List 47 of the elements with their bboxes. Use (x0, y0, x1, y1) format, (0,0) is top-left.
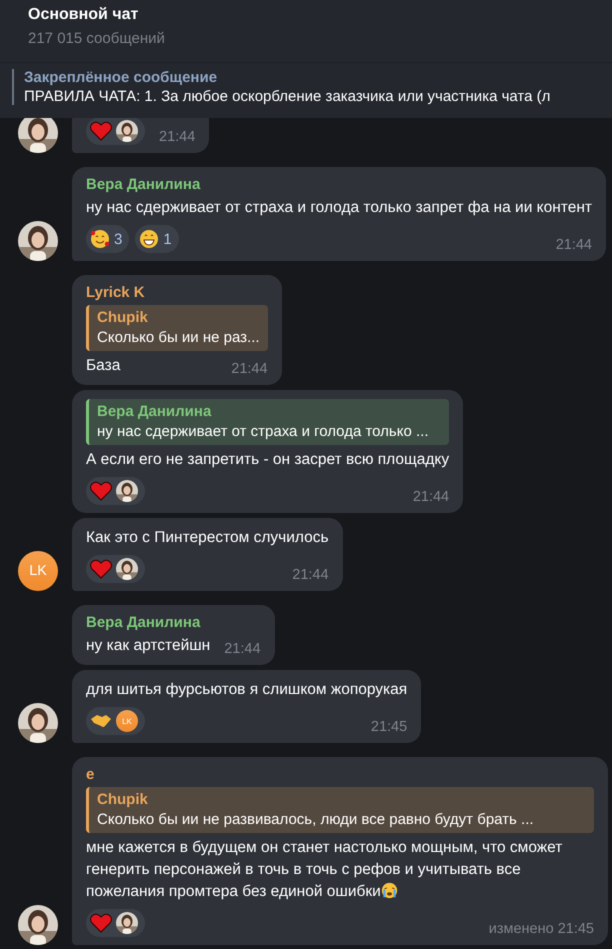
message-time: 21:44 (556, 237, 592, 253)
message-text: А если его не запретить - он засрет всю площадку (86, 450, 450, 470)
chat-title: Основной чат (28, 6, 140, 24)
pinned-label: Закреплённое сообщение (24, 69, 218, 86)
pinned-text: ПРАВИЛА ЧАТА: 1. За любое оскорбление заказчика или участника чата (л (24, 88, 552, 105)
reaction-chip[interactable] (86, 909, 145, 937)
grinning-face-icon (139, 229, 160, 249)
heart-icon (90, 559, 112, 579)
message-time: 21:44 (292, 567, 329, 583)
reply-sender: Chupik (97, 309, 149, 326)
reply-quote[interactable]: Вера Данилина ну нас сдерживает от страха и голода только ... (86, 399, 450, 445)
message-time: 21:44 (224, 641, 261, 657)
message-text: ну как артстейшн (86, 636, 210, 656)
reaction-chip[interactable] (86, 477, 145, 505)
heart-icon (90, 121, 112, 141)
reaction-count: 1 (163, 230, 172, 248)
reaction-chip[interactable]: 3 (86, 225, 130, 253)
message-text: Как это с Пинтерестом случилось (86, 528, 329, 548)
reply-text: Сколько бы ии не раз... (97, 329, 260, 346)
heart-icon (90, 913, 112, 933)
reaction-chip[interactable] (86, 118, 145, 145)
sender-name: е (86, 766, 96, 783)
message-time: 21:45 (370, 719, 408, 735)
reaction-chip[interactable] (86, 555, 145, 583)
smiling-face-with-hearts-icon (90, 229, 110, 249)
reply-sender: Вера Данилина (97, 403, 212, 420)
sender-name: Вера Данилина (86, 614, 202, 631)
reaction-count: 3 (114, 230, 122, 248)
message-text: для шитья фурсьютов я слишком жопорукая (86, 680, 408, 700)
reply-quote[interactable]: Chupik Сколько бы ии не раз... (86, 305, 268, 351)
message-count: 217 015 сообщений (28, 30, 166, 47)
reply-quote[interactable]: Chupik Сколько бы ии не развивалось, люди все равно будут брать ... (86, 787, 594, 833)
message-text: База (86, 356, 120, 376)
reply-text: ну нас сдерживает от страха и голода только ... (97, 423, 430, 440)
message-text: ну нас сдерживает от страха и голода только запрет фа на ии контент (86, 198, 592, 218)
heart-icon (90, 481, 112, 501)
message-time: 21:44 (159, 129, 196, 145)
message-text: мне кажется в будущем он станет настолько мощным, что сможет генерить персонажей в точь в точь с рефов и учитывать все пожелания промтера без единой ошибки (86, 838, 564, 902)
reaction-chip[interactable]: 1 (135, 225, 179, 253)
sender-name: Вера Данилина (86, 176, 202, 193)
message-time: 21:44 (412, 489, 450, 505)
message-time: изменено 21:45 (488, 921, 594, 937)
pinned-message-bar[interactable]: Закреплённое сообщение ПРАВИЛА ЧАТА: 1. За любое оскорбление заказчика или участника чата (л (0, 62, 612, 118)
sender-name: Lyrick K (86, 284, 146, 301)
reply-sender: Chupik (97, 791, 149, 808)
message-time: 21:44 (231, 361, 268, 377)
reply-text: Сколько бы ии не развивалось, люди все равно будут брать ... (97, 811, 535, 828)
